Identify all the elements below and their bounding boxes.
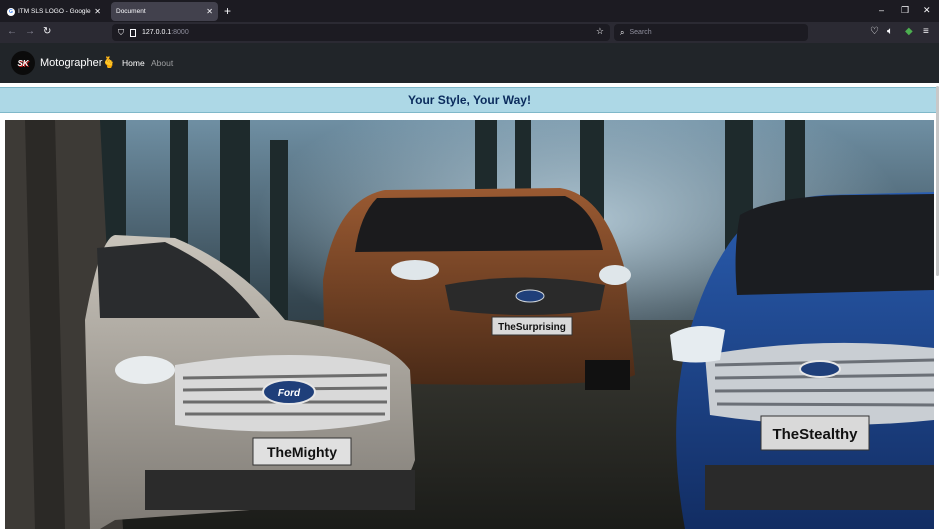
search-input[interactable]: ⌕ Search <box>614 24 808 41</box>
forward-arrow-icon[interactable]: → <box>25 26 35 38</box>
extension-icon[interactable]: ◆ <box>905 26 913 38</box>
plate-mighty: TheMighty <box>267 444 337 460</box>
page-viewport: SK Motographer🫰 Home About Your Style, Y… <box>0 43 939 529</box>
hero-image: TheSurprising Ford TheMighty TheStealthy <box>5 120 934 529</box>
tab-strip: G ITM SLS LOGO - Google Search ✕ Documen… <box>0 0 939 22</box>
browser-window: G ITM SLS LOGO - Google Search ✕ Documen… <box>0 0 939 529</box>
shield-icon[interactable]: ⛉ <box>118 28 124 38</box>
nav-link-about[interactable]: About <box>151 58 173 68</box>
speaker-icon[interactable]: 🔈︎ <box>887 26 893 38</box>
back-arrow-icon[interactable]: ← <box>7 26 17 38</box>
tagline-banner: Your Style, Your Way! <box>0 87 939 113</box>
hand-emoji-icon: 🫰 <box>102 57 117 69</box>
url-port: :8000 <box>171 29 189 36</box>
pocket-icon[interactable]: ♡ <box>870 26 879 38</box>
hero-illustration: TheSurprising Ford TheMighty TheStealthy <box>5 120 934 529</box>
nav-link-home[interactable]: Home <box>122 58 145 68</box>
url-host: 127.0.0.1 <box>142 29 172 36</box>
navigation-toolbar: ← → ↻ ⛉ 127.0.0.1:8000 ☆ ⌕ Search ♡ 🔈︎ ◆… <box>0 22 939 43</box>
search-placeholder: Search <box>629 29 652 36</box>
star-icon[interactable]: ☆ <box>596 26 604 37</box>
tab-label: Document <box>116 8 146 15</box>
new-tab-button[interactable]: + <box>224 4 231 18</box>
brand-name[interactable]: Motographer🫰 <box>40 56 116 69</box>
url-bar[interactable]: ⛉ 127.0.0.1:8000 ☆ <box>112 24 610 41</box>
reload-icon[interactable]: ↻ <box>43 26 51 38</box>
restore-button[interactable]: ❐ <box>901 4 909 16</box>
google-favicon-icon: G <box>7 7 15 16</box>
minimize-button[interactable]: – <box>879 4 884 16</box>
ford-badge-left: Ford <box>278 388 301 399</box>
menu-icon[interactable]: ≡ <box>923 26 929 38</box>
site-navbar: SK Motographer🫰 Home About <box>0 43 939 83</box>
tab-document[interactable]: Document ✕ <box>111 2 218 21</box>
tab-google-search[interactable]: G ITM SLS LOGO - Google Search ✕ <box>2 2 106 21</box>
plate-surprising: TheSurprising <box>498 322 566 333</box>
sk-logo[interactable]: SK <box>11 51 35 75</box>
tagline-text: Your Style, Your Way! <box>408 93 531 107</box>
plate-stealthy: TheStealthy <box>772 426 858 443</box>
page-icon[interactable] <box>130 28 136 37</box>
close-tab-icon[interactable]: ✕ <box>206 7 213 16</box>
search-icon: ⌕ <box>620 27 625 37</box>
close-tab-icon[interactable]: ✕ <box>94 7 101 16</box>
close-window-button[interactable]: ✕ <box>923 4 931 16</box>
tab-label: ITM SLS LOGO - Google Search <box>18 8 91 15</box>
